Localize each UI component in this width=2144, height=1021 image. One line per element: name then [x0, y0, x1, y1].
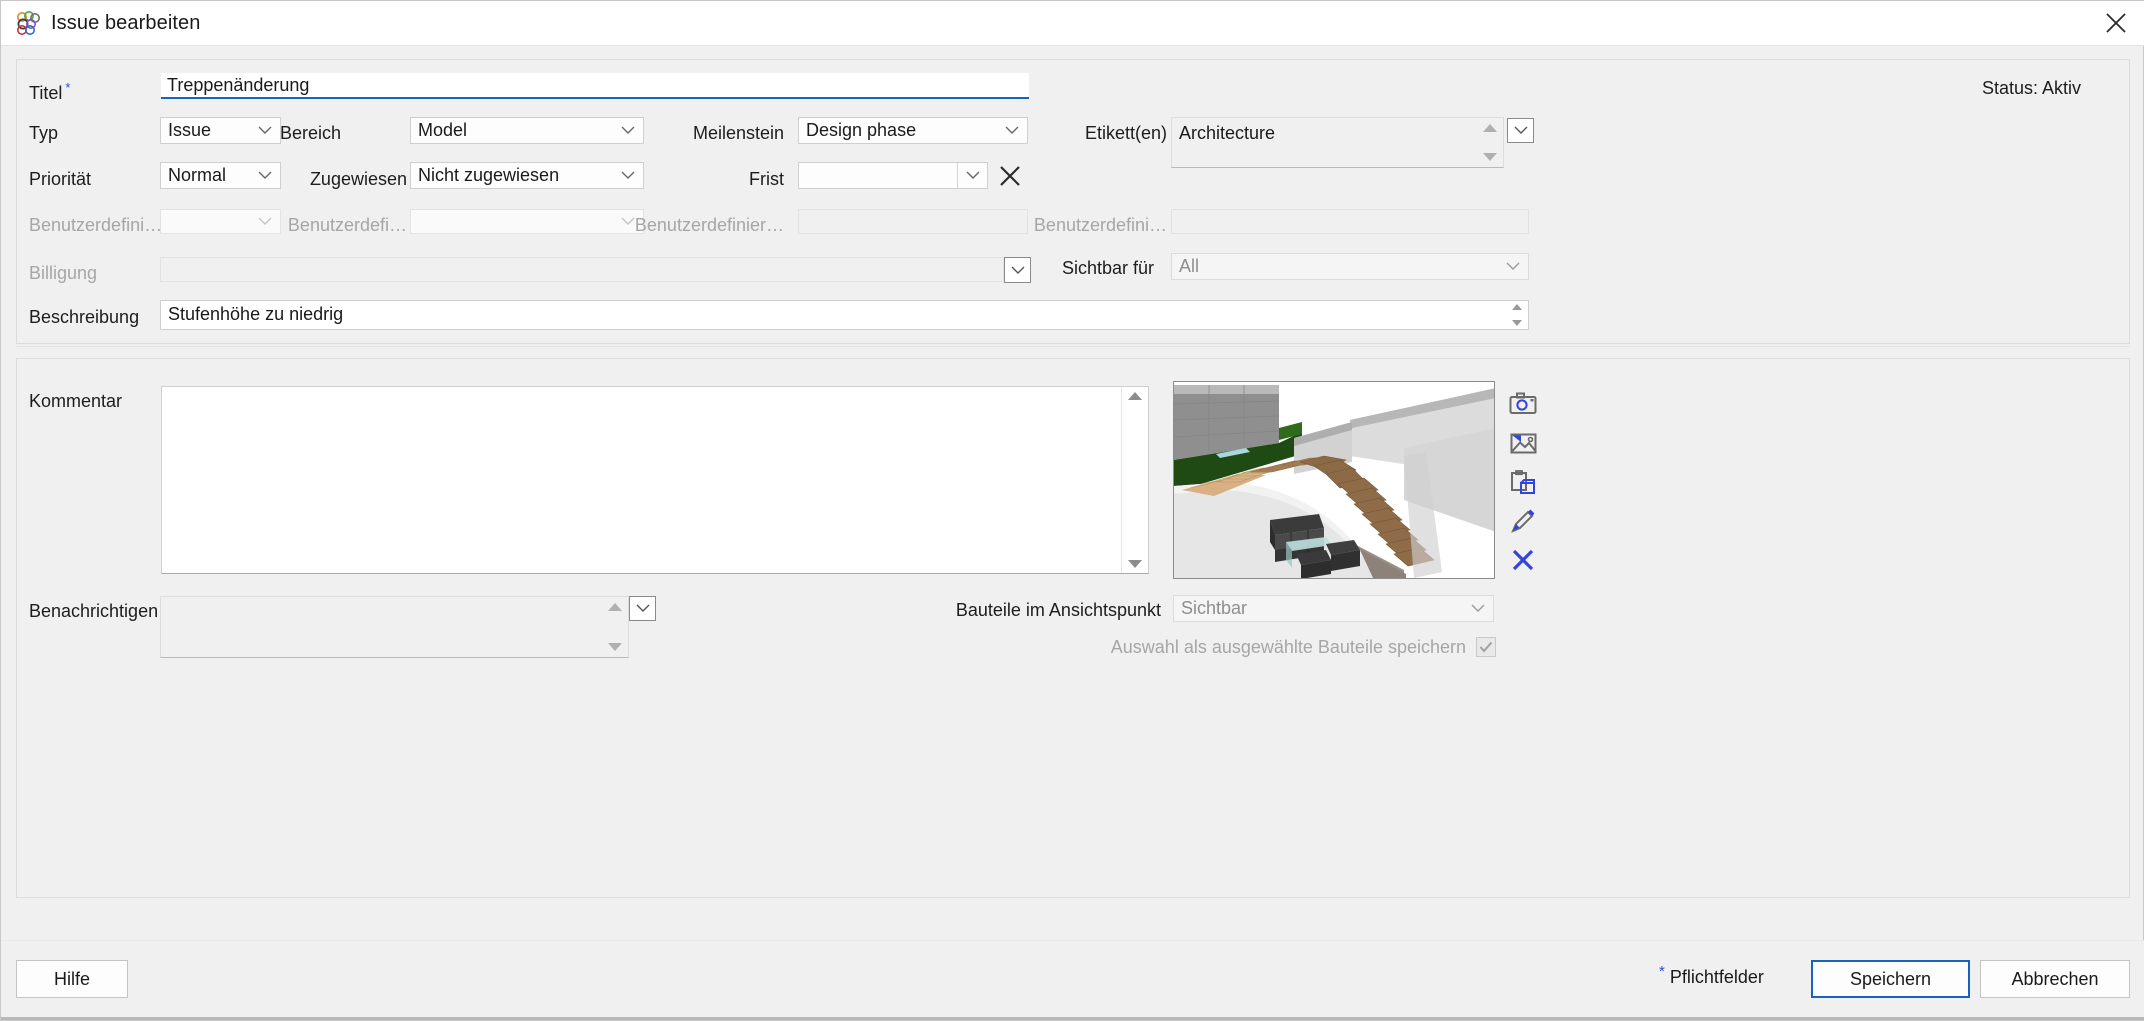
window-title: Issue bearbeiten [51, 11, 201, 34]
title-label: Titel * [29, 80, 71, 103]
type-label: Typ [29, 123, 59, 143]
comment-textarea[interactable] [161, 386, 1149, 574]
help-button[interactable]: Hilfe [16, 960, 128, 998]
image-icon[interactable] [1506, 426, 1540, 460]
notify-value [161, 597, 628, 602]
chevron-down-icon [957, 163, 987, 188]
custom-field-2-label: Benutzerdefi… [287, 215, 407, 235]
assigned-select[interactable]: Nicht zugewiesen [410, 162, 644, 189]
delete-x-icon[interactable] [1506, 543, 1540, 577]
chevron-down-icon [1498, 262, 1528, 271]
priority-label: Priorität [29, 169, 92, 189]
notify-spinner[interactable] [602, 597, 628, 657]
status-badge: Status: Aktiv [1981, 78, 2081, 98]
deadline-label: Frist [749, 169, 784, 189]
clipboard-icon[interactable] [1506, 465, 1540, 499]
chevron-down-icon [1463, 604, 1493, 613]
area-label: Bereich [279, 123, 341, 143]
title-input[interactable] [161, 73, 1029, 99]
comment-label: Kommentar [29, 391, 123, 411]
viewpoint-components-select[interactable]: Sichtbar [1173, 595, 1494, 622]
issue-cluster-icon [15, 10, 41, 36]
window-bottom-edge [1, 1017, 2144, 1020]
visible-for-label: Sichtbar für [1061, 258, 1154, 278]
cancel-button[interactable]: Abbrechen [1980, 960, 2130, 998]
scroll-down-icon[interactable] [608, 643, 622, 651]
custom-field-2-select [410, 209, 644, 234]
pencil-icon[interactable] [1506, 504, 1540, 538]
chevron-down-icon [613, 171, 643, 180]
save-button[interactable]: Speichern [1811, 960, 1970, 998]
priority-select-value: Normal [168, 165, 227, 185]
viewpoint-components-value: Sichtbar [1181, 598, 1248, 618]
viewpoint-thumbnail[interactable] [1173, 381, 1495, 579]
labels-label: Etikett(en) [1084, 123, 1167, 143]
deadline-clear-x-icon[interactable] [998, 164, 1022, 193]
scroll-up-icon[interactable] [608, 603, 622, 611]
deadline-select[interactable] [798, 162, 988, 189]
scroll-up-icon[interactable] [1483, 124, 1497, 132]
viewpoint-components-label: Bauteile im Ansichtspunkt [955, 600, 1161, 620]
assigned-select-value: Nicht zugewiesen [418, 165, 560, 185]
notify-label: Benachrichtigen [29, 601, 159, 621]
scroll-up-icon[interactable] [1512, 304, 1522, 310]
visible-for-select[interactable]: All [1171, 253, 1529, 280]
labels-dropdown-button[interactable] [1507, 118, 1534, 143]
section-divider [16, 346, 2130, 347]
scroll-up-icon[interactable] [1128, 392, 1142, 400]
issue-edit-dialog: Issue bearbeiten Titel* Status: Aktiv Ty… [0, 0, 2144, 1021]
approval-input [160, 257, 1004, 282]
close-icon[interactable] [2087, 1, 2144, 45]
labels-scroll-spinner[interactable] [1477, 118, 1503, 167]
custom-field-4-input [1171, 209, 1529, 234]
scroll-down-icon[interactable] [1512, 320, 1522, 326]
notify-listbox[interactable] [160, 596, 629, 658]
visible-for-value: All [1179, 256, 1200, 276]
milestone-select-value: Design phase [806, 120, 917, 140]
save-selection-checkbox[interactable] [1476, 637, 1496, 657]
notify-dropdown-button[interactable] [629, 596, 656, 621]
custom-field-3-label: Benutzerdefinier… [634, 215, 784, 235]
assigned-label: Zugewiesen [309, 169, 407, 189]
window-titlebar: Issue bearbeiten [1, 1, 2144, 46]
description-input-wrap[interactable]: Stufenhöhe zu niedrig [160, 300, 1529, 330]
description-value: Stufenhöhe zu niedrig [168, 304, 344, 324]
custom-field-1-label: Benutzerdefini… [29, 215, 163, 235]
required-marker: * [65, 80, 71, 95]
scroll-down-icon[interactable] [1128, 560, 1142, 568]
labels-listbox[interactable]: Architecture [1171, 117, 1504, 168]
area-select-value: Model [418, 120, 468, 140]
scroll-down-icon[interactable] [1483, 153, 1497, 161]
camera-icon[interactable] [1506, 387, 1540, 421]
type-select-value: Issue [168, 120, 212, 140]
save-selection-label: Auswahl als ausgewählte Bauteile speiche… [1110, 637, 1466, 657]
labels-selected-value: Architecture [1179, 123, 1276, 143]
milestone-select[interactable]: Design phase [798, 117, 1028, 144]
approval-label: Billigung [29, 263, 98, 283]
comment-scrollbar[interactable] [1121, 387, 1148, 573]
required-marker: * [1659, 963, 1665, 980]
dialog-footer: Hilfe * Pflichtfelder Speichern Abbreche… [1, 940, 2144, 1020]
description-spinner[interactable] [1506, 301, 1528, 329]
required-fields-note: * Pflichtfelder [1659, 963, 1764, 987]
description-label: Beschreibung [29, 307, 140, 327]
custom-field-3-input [798, 209, 1028, 234]
milestone-label: Meilenstein [692, 123, 784, 143]
check-icon [1479, 641, 1493, 653]
custom-field-4-label: Benutzerdefini… [1033, 215, 1167, 235]
